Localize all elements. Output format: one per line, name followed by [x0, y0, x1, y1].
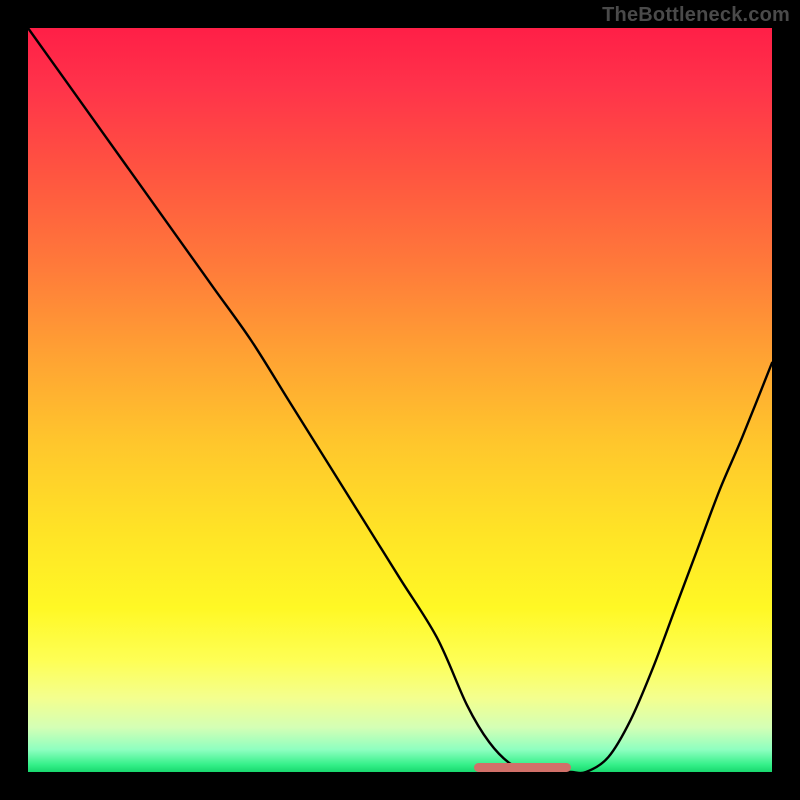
watermark-text: TheBottleneck.com: [602, 4, 790, 27]
plot-area: [28, 28, 772, 772]
optimal-range-marker: [474, 763, 571, 772]
chart-frame: TheBottleneck.com: [0, 0, 800, 800]
bottleneck-curve: [28, 28, 772, 772]
